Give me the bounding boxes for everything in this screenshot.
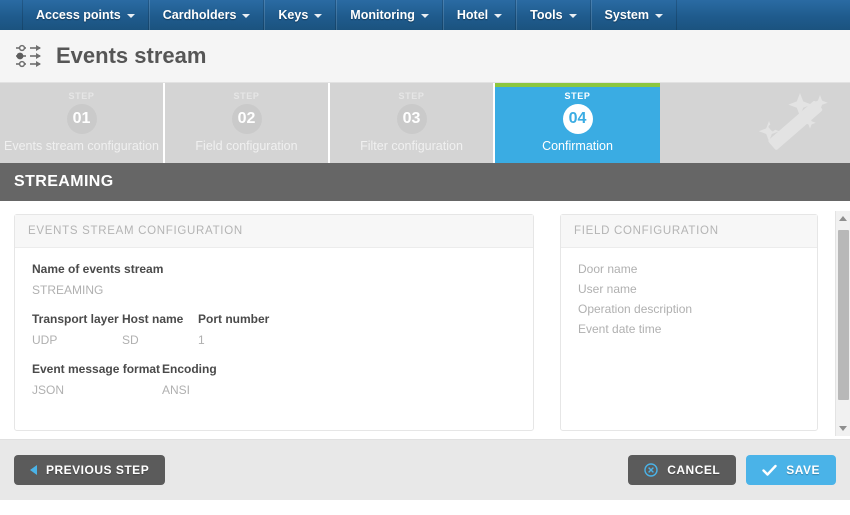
field-value-port-number: 1 xyxy=(198,333,205,347)
step-number: 01 xyxy=(66,104,97,134)
wizard-step-04[interactable]: STEP 04 Confirmation xyxy=(495,83,660,163)
magic-wand-icon xyxy=(758,93,828,151)
step-label: Filter configuration xyxy=(360,139,463,153)
scrollbar-track[interactable] xyxy=(836,226,850,421)
panel-body: Name of events stream STREAMING Transpor… xyxy=(15,248,533,411)
save-button[interactable]: SAVE xyxy=(746,455,836,485)
field-block-transport: Transport layer Host name Port number UD… xyxy=(32,312,516,347)
section-bar: STREAMING xyxy=(0,163,850,201)
step-number: 03 xyxy=(396,104,427,134)
wizard-step-03[interactable]: STEP 03 Filter configuration xyxy=(330,83,495,163)
panel-body: Door name User name Operation descriptio… xyxy=(561,248,817,356)
nav-item-label: Access points xyxy=(36,8,121,22)
content-area: EVENTS STREAM CONFIGURATION Name of even… xyxy=(0,201,850,440)
list-item: Door name xyxy=(578,262,638,276)
cancel-circle-icon xyxy=(644,463,658,477)
check-icon xyxy=(762,464,777,476)
wizard-decoration-area xyxy=(660,83,850,163)
list-item: User name xyxy=(578,282,637,296)
list-item: Event date time xyxy=(578,322,662,336)
step-word: STEP xyxy=(398,91,425,101)
step-number: 02 xyxy=(231,104,262,134)
scroll-down-arrow-icon[interactable] xyxy=(836,421,850,436)
field-label-event-message-format: Event message format xyxy=(32,362,161,376)
chevron-down-icon xyxy=(568,14,577,18)
chevron-down-icon xyxy=(655,14,664,18)
nav-item-label: System xyxy=(604,8,650,22)
save-label: SAVE xyxy=(786,463,820,477)
triangle-up-glyph xyxy=(839,216,847,221)
nav-item-monitoring[interactable]: Monitoring xyxy=(336,0,443,30)
field-label-host-name: Host name xyxy=(122,312,184,326)
step-word: STEP xyxy=(233,91,260,101)
list-item: Operation description xyxy=(578,302,693,316)
field-value-row: UDP SD 1 xyxy=(32,326,516,347)
field-block-format: Event message format Encoding JSON ANSI xyxy=(32,362,516,397)
field-value-name-of-events-stream: STREAMING xyxy=(32,283,104,297)
field-label-row: Name of events stream xyxy=(32,262,516,276)
field-value-encoding: ANSI xyxy=(162,383,191,397)
cancel-label: CANCEL xyxy=(667,463,721,477)
field-label-encoding: Encoding xyxy=(162,362,217,376)
app-root: Access points Cardholders Keys Monitorin… xyxy=(0,0,850,515)
page-header: Events stream xyxy=(0,30,850,83)
panel-header: FIELD CONFIGURATION xyxy=(561,215,817,248)
nav-item-tools[interactable]: Tools xyxy=(516,0,591,30)
field-value-row: STREAMING xyxy=(32,276,516,297)
previous-step-label: PREVIOUS STEP xyxy=(46,463,150,477)
nav-item-label: Tools xyxy=(530,8,563,22)
scroll-up-arrow-icon[interactable] xyxy=(836,211,850,226)
scrollbar-thumb[interactable] xyxy=(838,230,849,400)
step-word: STEP xyxy=(68,91,95,101)
nav-item-label: Keys xyxy=(278,8,309,22)
nav-item-hotel[interactable]: Hotel xyxy=(442,0,517,30)
field-label-name-of-events-stream: Name of events stream xyxy=(32,262,164,276)
panel-title: FIELD CONFIGURATION xyxy=(574,225,719,237)
chevron-down-icon xyxy=(420,14,429,18)
main-navigation-bar: Access points Cardholders Keys Monitorin… xyxy=(0,0,850,30)
wizard-step-02[interactable]: STEP 02 Field configuration xyxy=(165,83,330,163)
chevron-left-icon xyxy=(30,465,37,475)
nav-item-system[interactable]: System xyxy=(590,0,678,30)
field-configuration-panel: FIELD CONFIGURATION Door name User name … xyxy=(560,214,818,431)
field-block-name: Name of events stream STREAMING xyxy=(32,262,516,297)
nav-item-keys[interactable]: Keys xyxy=(264,0,337,30)
nav-item-label: Cardholders xyxy=(162,8,237,22)
panel-header: EVENTS STREAM CONFIGURATION xyxy=(15,215,533,248)
triangle-down-glyph xyxy=(839,426,847,431)
footer-bar: PREVIOUS STEP CANCEL SAVE xyxy=(0,440,850,500)
field-value-row: JSON ANSI xyxy=(32,376,516,397)
step-label: Confirmation xyxy=(542,139,613,153)
wizard-steps: STEP 01 Events stream configuration STEP… xyxy=(0,83,850,163)
events-stream-configuration-panel: EVENTS STREAM CONFIGURATION Name of even… xyxy=(14,214,534,431)
chevron-down-icon xyxy=(494,14,503,18)
chevron-down-icon xyxy=(126,14,135,18)
nav-item-label: Hotel xyxy=(456,8,489,22)
field-value-transport-layer: UDP xyxy=(32,333,58,347)
chevron-down-icon xyxy=(314,14,323,18)
field-label-port-number: Port number xyxy=(198,312,270,326)
cancel-button[interactable]: CANCEL xyxy=(628,455,737,485)
field-label-transport-layer: Transport layer xyxy=(32,312,119,326)
nav-item-label: Monitoring xyxy=(350,8,415,22)
content-scrollbar[interactable] xyxy=(835,211,850,436)
nav-item-cardholders[interactable]: Cardholders xyxy=(148,0,265,30)
page-title: Events stream xyxy=(56,43,207,68)
step-word: STEP xyxy=(564,91,591,101)
panel-title: EVENTS STREAM CONFIGURATION xyxy=(28,225,243,237)
field-value-host-name: SD xyxy=(122,333,139,347)
field-value-event-message-format: JSON xyxy=(32,383,65,397)
step-label: Field configuration xyxy=(195,139,298,153)
step-number: 04 xyxy=(562,104,593,134)
previous-step-button[interactable]: PREVIOUS STEP xyxy=(14,455,166,485)
wizard-step-01[interactable]: STEP 01 Events stream configuration xyxy=(0,83,165,163)
section-title: STREAMING xyxy=(14,173,114,190)
events-stream-icon xyxy=(16,44,41,68)
nav-item-access-points[interactable]: Access points xyxy=(22,0,149,30)
field-label-row: Transport layer Host name Port number xyxy=(32,312,516,326)
chevron-down-icon xyxy=(242,14,251,18)
step-label: Events stream configuration xyxy=(4,139,159,153)
field-label-row: Event message format Encoding xyxy=(32,362,516,376)
